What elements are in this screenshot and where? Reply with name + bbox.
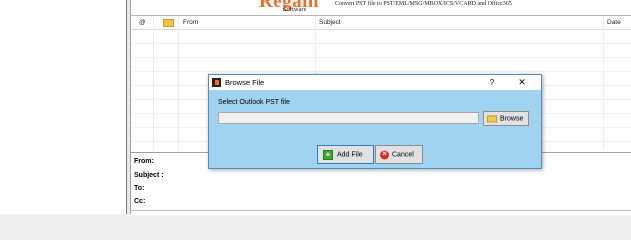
app-icon xyxy=(212,78,221,87)
grid-col-divider xyxy=(603,16,604,150)
grid-row-line xyxy=(131,71,631,72)
browse-button[interactable]: Browse xyxy=(483,111,529,126)
preview-from-label: From: xyxy=(134,158,154,165)
dialog-titlebar[interactable]: Browse File ? ✕ xyxy=(209,75,541,90)
help-button[interactable]: ? xyxy=(485,76,499,89)
mail-grid-header: @ From Subject Date xyxy=(131,16,631,30)
cancel-icon: ✕ xyxy=(380,150,389,159)
cancel-button-label: Cancel xyxy=(392,151,414,158)
add-file-label: Add File xyxy=(337,151,363,158)
pst-path-input[interactable] xyxy=(218,112,479,124)
dialog-title: Browse File xyxy=(225,78,265,87)
app-banner: Regain Software Convert PST file to PST/… xyxy=(131,0,631,16)
pst-file-label: Select Outlook PST file xyxy=(218,99,290,106)
cancel-button[interactable]: ✕ Cancel xyxy=(375,145,423,164)
preview-to-label: To: xyxy=(134,185,145,192)
preview-subject-label: Subject : xyxy=(134,172,164,179)
grid-col-divider xyxy=(178,16,179,150)
grid-row-line xyxy=(131,43,631,44)
attachment-icon[interactable]: @ xyxy=(139,19,146,26)
folder-icon xyxy=(487,115,497,122)
column-date[interactable]: Date xyxy=(607,19,621,26)
banner-tagline: Convert PST file to PST/EML/MSG/MBOX/ICS… xyxy=(335,1,512,7)
envelope-icon[interactable] xyxy=(163,19,174,27)
add-icon: + xyxy=(323,149,333,160)
browse-file-dialog: Browse File ? ✕ Select Outlook PST file … xyxy=(208,74,542,169)
preview-divider xyxy=(131,210,631,211)
preview-cc-label: Cc: xyxy=(134,198,146,205)
browse-button-label: Browse xyxy=(500,115,524,122)
grid-row-line xyxy=(131,57,631,58)
folder-tree-panel[interactable] xyxy=(0,0,127,214)
column-subject[interactable]: Subject xyxy=(319,19,341,26)
close-button[interactable]: ✕ xyxy=(514,76,530,89)
column-from[interactable]: From xyxy=(183,19,198,26)
logo-subtext: Software xyxy=(283,6,307,13)
add-file-button[interactable]: + Add File xyxy=(317,145,374,164)
grid-col-divider xyxy=(153,16,154,150)
